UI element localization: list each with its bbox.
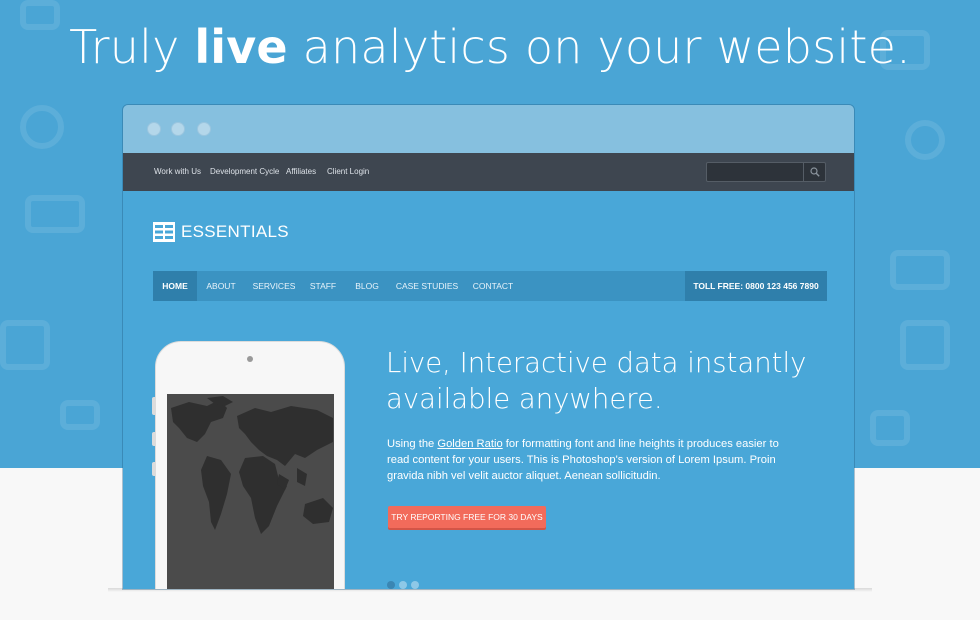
slider-pager <box>387 581 419 589</box>
browser-mockup: Work with Us Development Cycle Affiliate… <box>122 104 855 590</box>
logo-text: ESSENTIALS <box>181 222 289 241</box>
nav-services[interactable]: SERVICES <box>249 271 299 301</box>
slider-dot-3[interactable] <box>411 581 419 589</box>
site-main: ESSENTIALS HOME ABOUT SERVICES STAFF BLO… <box>123 191 854 589</box>
page-headline: Truly live analytics on your website. <box>69 20 911 74</box>
toplink-client-login[interactable]: Client Login <box>327 167 369 176</box>
window-dot-2 <box>171 122 185 136</box>
nav-blog[interactable]: BLOG <box>347 271 387 301</box>
browser-chrome <box>123 105 854 153</box>
toplink-affiliates[interactable]: Affiliates <box>286 167 316 176</box>
magnifier-icon <box>810 167 820 177</box>
toplink-work-with-us[interactable]: Work with Us <box>154 167 201 176</box>
nav-case-studies[interactable]: CASE STUDIES <box>391 271 463 301</box>
main-nav: HOME ABOUT SERVICES STAFF BLOG CASE STUD… <box>153 271 827 301</box>
search-input[interactable] <box>706 162 826 182</box>
world-map-image <box>167 394 334 589</box>
search-button[interactable] <box>803 163 825 181</box>
golden-ratio-link[interactable]: Golden Ratio <box>437 438 502 450</box>
window-dot-3 <box>197 122 211 136</box>
hero-title: Live, Interactive data instantly availab… <box>386 347 807 415</box>
grid-logo-icon <box>153 222 175 242</box>
nav-contact[interactable]: CONTACT <box>467 271 519 301</box>
nav-staff[interactable]: STAFF <box>305 271 341 301</box>
nav-home[interactable]: HOME <box>153 271 197 301</box>
window-dot-1 <box>147 122 161 136</box>
nav-about[interactable]: ABOUT <box>199 271 243 301</box>
slider-dot-1[interactable] <box>387 581 395 589</box>
toll-free-number: TOLL FREE: 0800 123 456 7890 <box>685 271 827 301</box>
try-reporting-button[interactable]: TRY REPORTING FREE FOR 30 DAYS <box>388 506 546 528</box>
hero-body: Using the Golden Ratio for formatting fo… <box>387 438 779 482</box>
phone-illustration <box>152 341 345 589</box>
site-logo[interactable]: ESSENTIALS <box>153 221 289 243</box>
phone-camera <box>247 356 253 362</box>
headline-bold: live <box>194 20 288 74</box>
toplink-development-cycle[interactable]: Development Cycle <box>210 167 279 176</box>
slider-dot-2[interactable] <box>399 581 407 589</box>
site-topbar: Work with Us Development Cycle Affiliate… <box>123 153 854 191</box>
